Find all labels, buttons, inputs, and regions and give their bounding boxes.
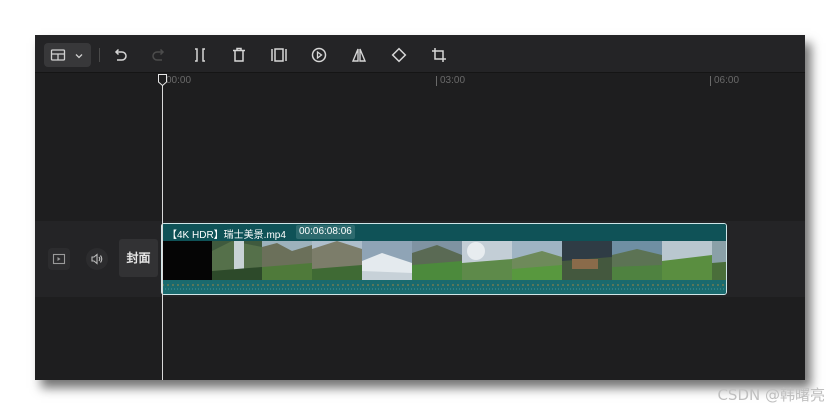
video-clip[interactable]: 【4K HDR】瑞士美景.mp4 00:06:08:06	[161, 223, 727, 295]
rotate-icon	[391, 47, 407, 63]
playhead-icon	[158, 74, 167, 87]
play-circle-icon	[311, 47, 327, 63]
rotate-button[interactable]	[390, 46, 408, 64]
delete-icon	[233, 47, 245, 62]
clip-thumbnail	[212, 241, 262, 280]
mirror-icon	[351, 48, 367, 62]
clip-filename: 【4K HDR】瑞士美景.mp4	[167, 230, 286, 241]
layout-icon	[50, 47, 66, 63]
track-mute-button[interactable]	[86, 248, 108, 270]
crop-icon	[432, 48, 446, 62]
clip-header: 【4K HDR】瑞士美景.mp4 00:06:08:06	[162, 224, 726, 241]
clip-thumbnail	[262, 241, 312, 280]
mirror-button[interactable]	[350, 46, 368, 64]
playhead-line[interactable]	[162, 83, 163, 380]
play-button[interactable]	[310, 46, 328, 64]
freeze-frame-button[interactable]	[270, 46, 288, 64]
clip-thumbnail	[712, 241, 726, 280]
undo-icon	[114, 48, 127, 61]
undo-button[interactable]	[111, 46, 129, 64]
waveform-icon	[162, 284, 726, 290]
crop-button[interactable]	[430, 46, 448, 64]
ruler-tick-label: 06:00	[714, 75, 740, 86]
cover-button[interactable]: 封面	[119, 239, 158, 277]
timeline-panel: 00:00 03:00 06:00 封面 【4K HDR】瑞士美景.mp4 00…	[35, 35, 805, 380]
timeline-ruler[interactable]: 00:00 03:00 06:00	[35, 73, 805, 91]
clip-thumbnail	[512, 241, 562, 280]
crop-frame-icon	[271, 48, 287, 62]
ruler-tick-label: 00:00	[166, 75, 192, 86]
timeline-toolbar	[35, 35, 805, 73]
redo-button[interactable]	[150, 46, 168, 64]
watermark: CSDN @韩曙亮	[717, 386, 825, 404]
clip-thumbnail	[462, 241, 512, 280]
layout-dropdown-button[interactable]	[44, 43, 91, 67]
clip-thumbnails	[162, 241, 726, 280]
clip-thumbnail	[662, 241, 712, 280]
preview-icon	[52, 253, 66, 265]
clip-thumbnail	[362, 241, 412, 280]
clip-thumbnail	[562, 241, 612, 280]
toolbar-divider	[99, 48, 100, 62]
audio-waveform	[162, 280, 726, 294]
clip-thumbnail	[412, 241, 462, 280]
ruler-tick-label: 03:00	[440, 75, 466, 86]
split-icon	[195, 48, 205, 62]
ruler-tick-mark	[436, 76, 437, 86]
playhead-handle[interactable]	[158, 73, 167, 87]
ruler-tick-mark	[710, 76, 711, 86]
track-visibility-button[interactable]	[48, 248, 70, 270]
clip-thumbnail	[312, 241, 362, 280]
delete-button[interactable]	[230, 46, 248, 64]
redo-icon	[152, 48, 165, 61]
chevron-down-icon	[73, 49, 85, 61]
clip-thumbnail	[612, 241, 662, 280]
split-button[interactable]	[191, 46, 209, 64]
clip-thumbnail	[162, 241, 212, 280]
volume-icon	[91, 253, 103, 265]
clip-duration: 00:06:08:06	[296, 225, 355, 239]
